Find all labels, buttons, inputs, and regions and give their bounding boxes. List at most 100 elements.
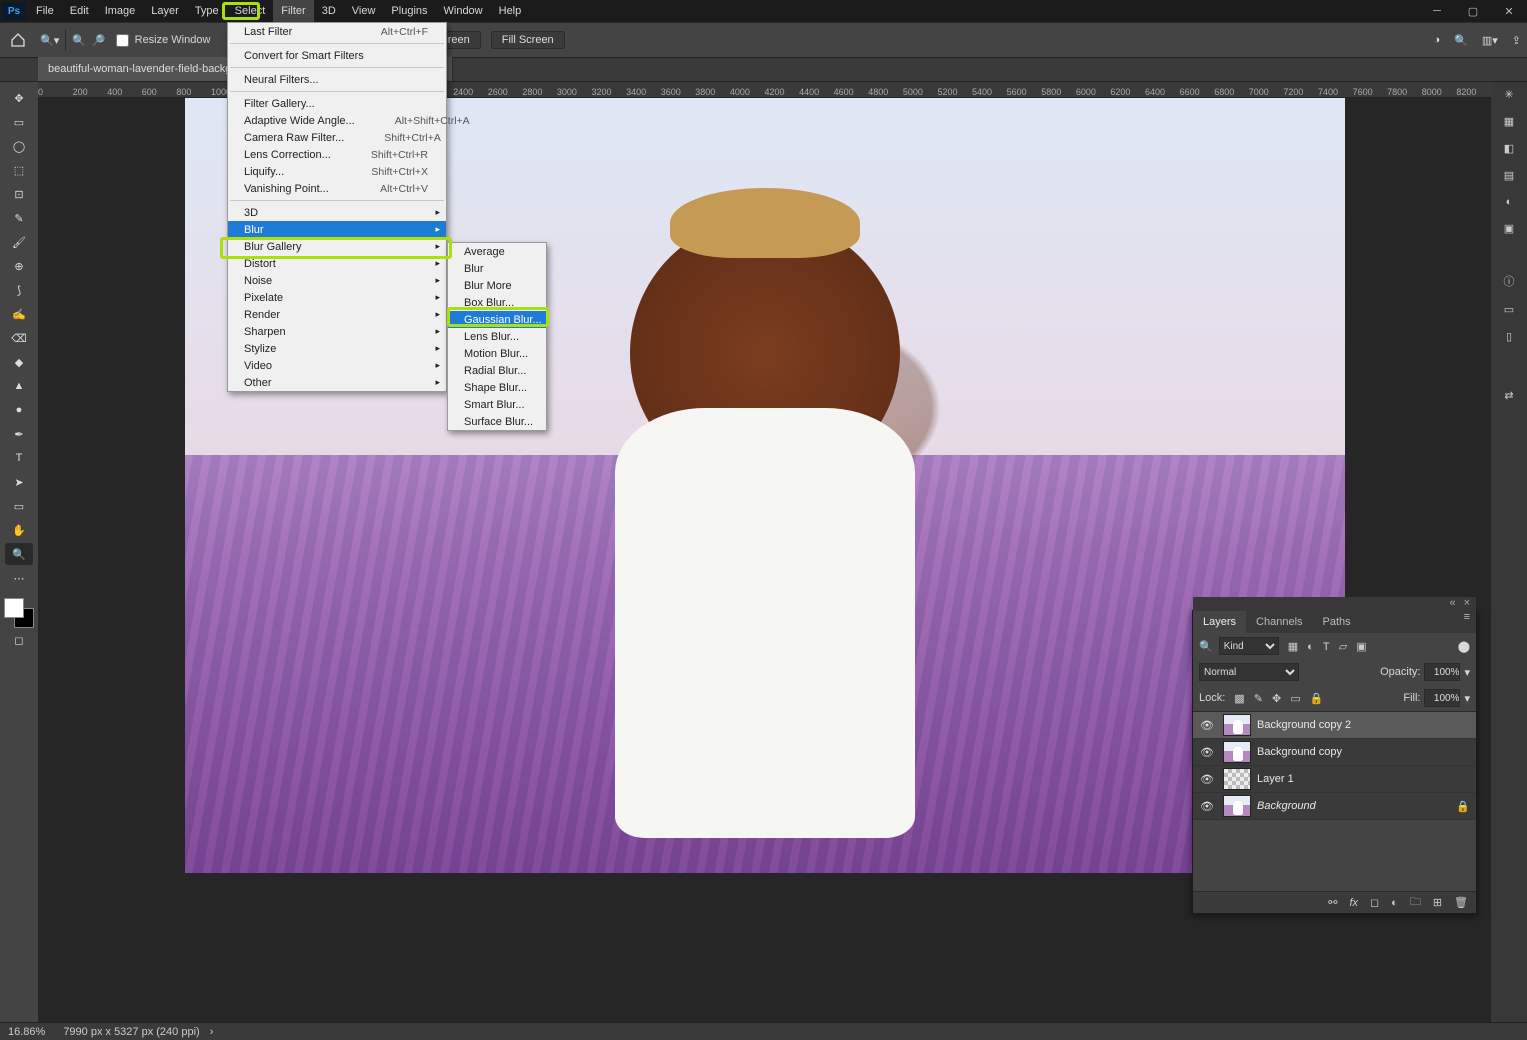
history-panel-icon[interactable]: ⇄ <box>1504 389 1513 402</box>
window-restore-icon[interactable]: ▢ <box>1455 0 1491 22</box>
fill-chevron-icon[interactable]: ▾ <box>1464 692 1470 705</box>
menu-filter-stylize[interactable]: Stylize▸ <box>228 340 446 357</box>
status-zoom[interactable]: 16.86% <box>8 1026 45 1038</box>
visibility-eye-icon[interactable]: 👁 <box>1197 746 1217 759</box>
layer-name[interactable]: Background <box>1257 800 1456 812</box>
tool-lasso[interactable]: ◯ <box>5 135 33 157</box>
menu-blur-gaussian-blur[interactable]: Gaussian Blur... <box>448 311 546 328</box>
layer-mask-icon[interactable]: ◻ <box>1370 896 1379 909</box>
visibility-eye-icon[interactable]: 👁 <box>1197 800 1217 813</box>
swatches-panel-icon[interactable]: ▦ <box>1504 115 1514 128</box>
filter-shape-icon[interactable]: ▱ <box>1339 641 1347 653</box>
filter-kind-icon[interactable]: 🔍 <box>1199 640 1213 653</box>
tool-zoom[interactable]: 🔍 <box>5 543 33 565</box>
tool-shape[interactable]: ▭ <box>5 495 33 517</box>
menu-filter-blur[interactable]: Blur▸ <box>228 221 446 238</box>
layer-thumbnail[interactable] <box>1223 741 1251 763</box>
fill-input[interactable] <box>1424 689 1460 707</box>
libraries-panel-icon[interactable]: ▣ <box>1504 222 1514 235</box>
blur-submenu[interactable]: AverageBlurBlur MoreBox Blur...Gaussian … <box>447 242 547 431</box>
gradients-panel-icon[interactable]: ◧ <box>1504 142 1514 155</box>
lock-position-icon[interactable]: ✥ <box>1272 693 1281 705</box>
tool-crop[interactable]: ⊡ <box>5 183 33 205</box>
visibility-eye-icon[interactable]: 👁 <box>1197 773 1217 786</box>
opacity-input[interactable] <box>1424 663 1460 681</box>
layer-name[interactable]: Background copy <box>1257 746 1472 758</box>
menu-plugins[interactable]: Plugins <box>383 0 435 22</box>
tool-move[interactable]: ✥ <box>5 87 33 109</box>
status-chevron-icon[interactable]: › <box>210 1026 214 1038</box>
tool-pen[interactable]: ✒ <box>5 423 33 445</box>
menu-view[interactable]: View <box>344 0 384 22</box>
filter-smart-icon[interactable]: ▣ <box>1356 641 1366 653</box>
tool-hand[interactable]: ✋ <box>5 519 33 541</box>
menu-blur-blur[interactable]: Blur <box>448 260 546 277</box>
layer-fx-icon[interactable]: fx <box>1349 897 1358 909</box>
patterns-panel-icon[interactable]: ▤ <box>1504 169 1514 182</box>
menu-filter-video[interactable]: Video▸ <box>228 357 446 374</box>
adjustment-layer-icon[interactable]: ◐ <box>1391 897 1398 909</box>
filter-adjust-icon[interactable]: ◐ <box>1307 641 1314 653</box>
layer-item[interactable]: 👁Layer 1 <box>1193 766 1476 793</box>
menu-blur-surface-blur[interactable]: Surface Blur... <box>448 413 546 430</box>
menu-filter-3d[interactable]: 3D▸ <box>228 204 446 221</box>
menu-blur-radial-blur[interactable]: Radial Blur... <box>448 362 546 379</box>
menu-vanishing-point[interactable]: Vanishing Point...Alt+Ctrl+V <box>228 180 446 197</box>
fg-swatch-icon[interactable] <box>4 598 24 618</box>
opacity-chevron-icon[interactable]: ▾ <box>1464 666 1470 679</box>
resize-window-checkbox[interactable]: Resize Window <box>116 34 211 47</box>
tool-path-select[interactable]: ➤ <box>5 471 33 493</box>
filter-pixel-icon[interactable]: ▦ <box>1288 641 1298 653</box>
panel-close-icon[interactable]: × <box>1464 597 1470 611</box>
lock-artboard-icon[interactable]: ▭ <box>1290 693 1300 705</box>
layer-thumbnail[interactable] <box>1223 714 1251 736</box>
menu-filter-noise[interactable]: Noise▸ <box>228 272 446 289</box>
menu-adaptive-wide-angle[interactable]: Adaptive Wide Angle...Alt+Shift+Ctrl+A <box>228 112 446 129</box>
filter-type-icon[interactable]: T <box>1323 641 1330 653</box>
fill-screen-button[interactable]: Fill Screen <box>491 31 565 49</box>
visibility-eye-icon[interactable]: 👁 <box>1197 719 1217 732</box>
layer-thumbnail[interactable] <box>1223 795 1251 817</box>
filter-toggle-icon[interactable]: ⬤ <box>1458 640 1470 653</box>
menu-help[interactable]: Help <box>491 0 530 22</box>
blend-mode-select[interactable]: Normal <box>1199 663 1299 681</box>
menu-blur-lens-blur[interactable]: Lens Blur... <box>448 328 546 345</box>
tool-clone[interactable]: ⊕ <box>5 255 33 277</box>
zoom-in-icon[interactable]: 🔍 <box>72 34 86 47</box>
filter-menu[interactable]: Last FilterAlt+Ctrl+F Convert for Smart … <box>227 22 447 392</box>
menu-layer[interactable]: Layer <box>143 0 187 22</box>
tool-eraser[interactable]: ⌫ <box>5 327 33 349</box>
tool-quick-select[interactable]: ⬚ <box>5 159 33 181</box>
menu-blur-blur-more[interactable]: Blur More <box>448 277 546 294</box>
tool-pencil[interactable]: ✍ <box>5 303 33 325</box>
properties-panel-icon[interactable]: ▭ <box>1504 303 1514 316</box>
menu-liquify[interactable]: Liquify...Shift+Ctrl+X <box>228 163 446 180</box>
menu-blur-average[interactable]: Average <box>448 243 546 260</box>
layer-thumbnail[interactable] <box>1223 768 1251 790</box>
menu-convert-smart-filters[interactable]: Convert for Smart Filters <box>228 47 446 64</box>
search-icon[interactable]: 🔍 <box>1454 34 1468 47</box>
tool-eyedropper[interactable]: ✎ <box>5 207 33 229</box>
menu-file[interactable]: File <box>28 0 62 22</box>
menu-filter-sharpen[interactable]: Sharpen▸ <box>228 323 446 340</box>
tab-layers[interactable]: Layers <box>1193 611 1246 633</box>
tool-type[interactable]: T <box>5 447 33 469</box>
window-close-icon[interactable]: ✕ <box>1491 0 1527 22</box>
tool-marquee[interactable]: ▭ <box>5 111 33 133</box>
tool-history-brush[interactable]: ⟆ <box>5 279 33 301</box>
menu-last-filter[interactable]: Last FilterAlt+Ctrl+F <box>228 23 446 40</box>
tool-brush[interactable]: 🖌 <box>5 231 33 253</box>
zoom-tool-icon[interactable]: 🔍▾ <box>40 34 59 47</box>
lock-transparency-icon[interactable]: ▩ <box>1234 693 1244 705</box>
menu-filter-blur-gallery[interactable]: Blur Gallery▸ <box>228 238 446 255</box>
window-minimize-icon[interactable]: ─ <box>1419 0 1455 22</box>
panel-menu-icon[interactable]: ≡ <box>1464 611 1476 633</box>
adjustments-panel-icon[interactable]: ◐ <box>1506 196 1513 208</box>
layers-panel[interactable]: « × Layers Channels Paths ≡ 🔍 Kind ▦ ◐ T… <box>1192 610 1477 914</box>
menu-lens-correction[interactable]: Lens Correction...Shift+Ctrl+R <box>228 146 446 163</box>
menu-camera-raw-filter[interactable]: Camera Raw Filter...Shift+Ctrl+A <box>228 129 446 146</box>
menu-3d[interactable]: 3D <box>314 0 344 22</box>
menu-filter[interactable]: Filter <box>273 0 313 22</box>
menu-blur-box-blur[interactable]: Box Blur... <box>448 294 546 311</box>
panel-collapse-icon[interactable]: « <box>1449 597 1455 611</box>
